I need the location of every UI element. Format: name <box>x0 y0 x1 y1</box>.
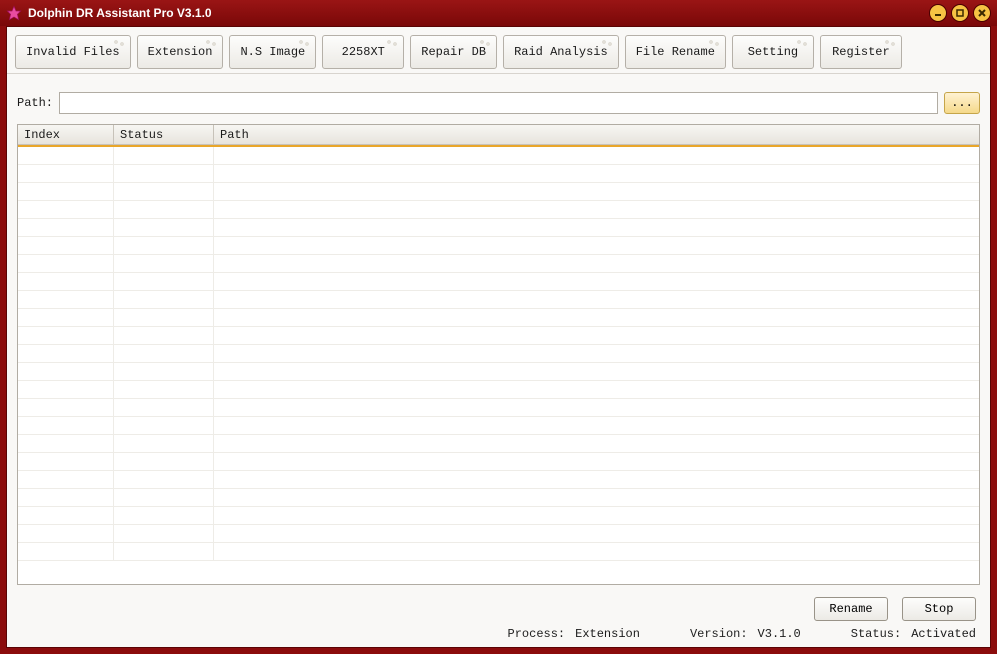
path-input[interactable] <box>59 92 938 114</box>
table-header: Index Status Path <box>18 125 979 145</box>
title-bar[interactable]: Dolphin DR Assistant Pro V3.1.0 <box>0 0 997 26</box>
process-value: Extension <box>575 627 640 641</box>
table-row[interactable] <box>18 381 979 399</box>
ns-image-button[interactable]: N.S Image <box>229 35 316 69</box>
table-row[interactable] <box>18 165 979 183</box>
2258xt-button[interactable]: 2258XT <box>322 35 404 69</box>
table-row[interactable] <box>18 363 979 381</box>
table-row[interactable] <box>18 399 979 417</box>
status-label: Status: <box>851 627 901 641</box>
browse-button[interactable]: ... <box>944 92 980 114</box>
client-area: Invalid Files Extension N.S Image 2258XT… <box>6 26 991 648</box>
raid-analysis-button[interactable]: Raid Analysis <box>503 35 619 69</box>
maximize-button[interactable] <box>951 4 969 22</box>
action-row: Rename Stop <box>7 593 990 623</box>
table-row[interactable] <box>18 435 979 453</box>
register-button[interactable]: Register <box>820 35 902 69</box>
repair-db-button[interactable]: Repair DB <box>410 35 497 69</box>
table-row[interactable] <box>18 255 979 273</box>
table-row[interactable] <box>18 201 979 219</box>
version-value: V3.1.0 <box>758 627 801 641</box>
rename-button[interactable]: Rename <box>814 597 888 621</box>
table-row[interactable] <box>18 309 979 327</box>
file-rename-button[interactable]: File Rename <box>625 35 726 69</box>
table-row[interactable] <box>18 237 979 255</box>
column-header-path[interactable]: Path <box>214 125 979 144</box>
app-star-icon <box>6 5 22 21</box>
setting-button[interactable]: Setting <box>732 35 814 69</box>
invalid-files-button[interactable]: Invalid Files <box>15 35 131 69</box>
column-header-index[interactable]: Index <box>18 125 114 144</box>
table-row[interactable] <box>18 489 979 507</box>
table-row[interactable] <box>18 291 979 309</box>
results-table: Index Status Path <box>17 124 980 585</box>
table-row[interactable] <box>18 183 979 201</box>
status-bar: Process: Extension Version: V3.1.0 Statu… <box>7 623 990 647</box>
table-row[interactable] <box>18 147 979 165</box>
table-body[interactable] <box>18 147 979 584</box>
app-window: Dolphin DR Assistant Pro V3.1.0 Invalid … <box>0 0 997 654</box>
table-row[interactable] <box>18 273 979 291</box>
table-row[interactable] <box>18 453 979 471</box>
table-row[interactable] <box>18 327 979 345</box>
table-row[interactable] <box>18 345 979 363</box>
path-label: Path: <box>17 96 53 110</box>
window-controls <box>929 4 991 22</box>
extension-button[interactable]: Extension <box>137 35 224 69</box>
close-button[interactable] <box>973 4 991 22</box>
table-row[interactable] <box>18 525 979 543</box>
path-row: Path: ... <box>7 74 990 124</box>
table-row[interactable] <box>18 543 979 561</box>
minimize-button[interactable] <box>929 4 947 22</box>
table-row[interactable] <box>18 219 979 237</box>
main-toolbar: Invalid Files Extension N.S Image 2258XT… <box>7 27 990 74</box>
table-row[interactable] <box>18 471 979 489</box>
table-row[interactable] <box>18 507 979 525</box>
status-value: Activated <box>911 627 976 641</box>
column-header-status[interactable]: Status <box>114 125 214 144</box>
stop-button[interactable]: Stop <box>902 597 976 621</box>
app-title: Dolphin DR Assistant Pro V3.1.0 <box>28 6 929 20</box>
version-label: Version: <box>690 627 748 641</box>
process-label: Process: <box>508 627 566 641</box>
table-row[interactable] <box>18 417 979 435</box>
